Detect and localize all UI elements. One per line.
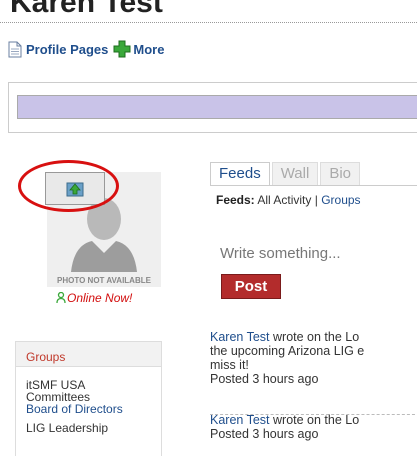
profile-actions-bar: Profile Pages More [8,39,164,59]
banner-panel [8,82,417,133]
tab-wall[interactable]: Wall [271,162,319,186]
feed-item: Karen Test wrote on the Lo the upcoming … [210,330,364,386]
feeds-filter: Feeds: All Activity | Groups [216,193,361,207]
groups-header: Groups [16,342,161,367]
feed-text-line: the upcoming Arizona LIG e [210,344,365,358]
filter-groups[interactable]: Groups [321,193,360,207]
status-input[interactable]: Write something... [220,245,341,262]
group-item: itSMF USA Committees Board of Directors [16,379,161,415]
feed-text: wrote on the Lo [269,330,360,344]
tab-feeds[interactable]: Feeds [210,162,270,186]
filter-all-activity[interactable]: All Activity [257,193,311,207]
group-link[interactable]: Board of Directors [26,403,161,415]
plus-icon[interactable] [113,40,131,58]
feed-timestamp: Posted 3 hours ago [210,427,319,441]
group-name[interactable]: LIG Leadership [26,422,161,434]
feed-timestamp: Posted 3 hours ago [210,372,319,386]
page-icon [8,41,22,57]
filter-separator: | [314,193,318,207]
online-status-label: Online Now! [67,291,133,305]
tabs-divider [210,185,417,186]
title-divider [0,22,417,23]
feed-author-link[interactable]: Karen Test [210,413,270,427]
feeds-filter-label: Feeds: [216,193,255,207]
post-button[interactable]: Post [221,274,281,299]
page-title: Karen Test [10,0,163,19]
upload-photo-icon [66,182,84,196]
more-link[interactable]: More [133,42,164,57]
person-online-icon [56,292,66,304]
group-item: LIG Leadership [16,422,161,434]
online-status: Online Now! [56,291,132,305]
upload-photo-button[interactable] [45,172,105,205]
groups-panel: Groups itSMF USA Committees Board of Dir… [15,341,162,456]
banner-bar [17,95,417,119]
photo-not-available-label: PHOTO NOT AVAILABLE [57,276,151,285]
feed-text-line: miss it! [210,358,249,372]
profile-tabs: Feeds Wall Bio [210,162,362,186]
profile-pages-link[interactable]: Profile Pages [26,42,108,57]
feed-item: Karen Test wrote on the Lo Posted 3 hour… [210,413,359,441]
feed-text: wrote on the Lo [269,413,360,427]
feed-author-link[interactable]: Karen Test [210,330,270,344]
tab-bio[interactable]: Bio [320,162,360,186]
